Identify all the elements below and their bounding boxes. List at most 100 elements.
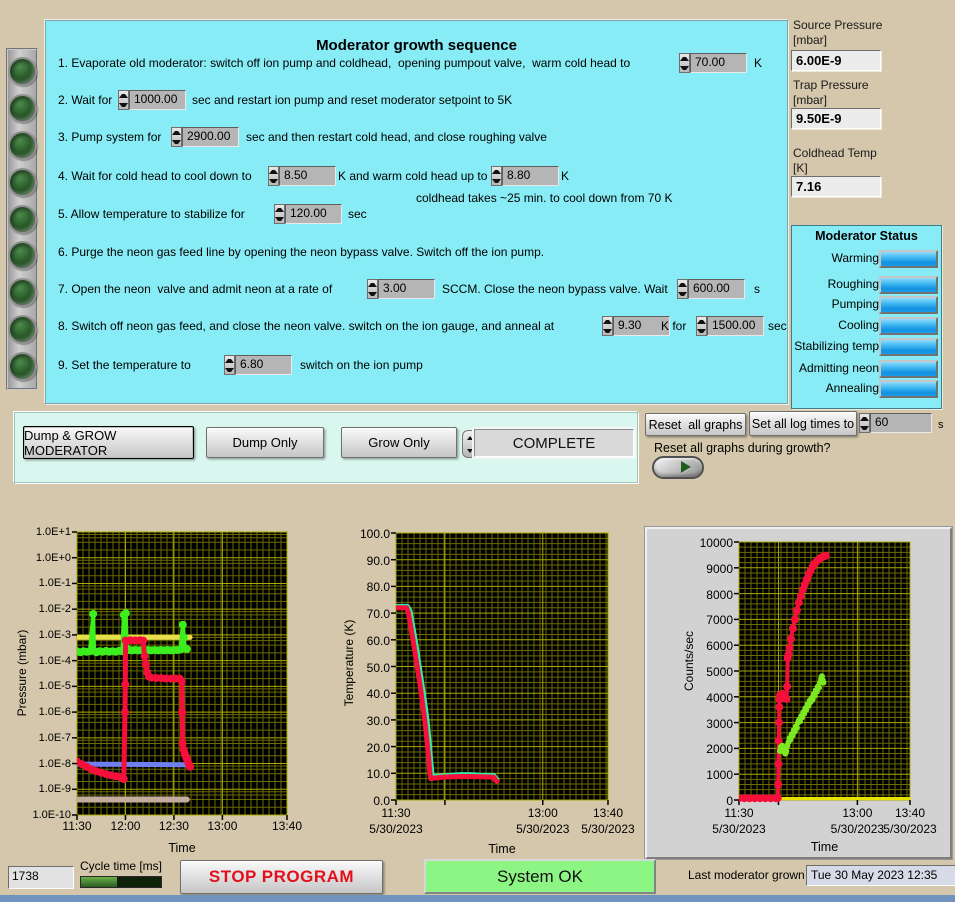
temperature-x-tick: 13:40 <box>592 806 624 820</box>
status-bar-cooling <box>879 317 938 335</box>
step-4-field-2-value[interactable]: 8.80 <box>502 166 559 186</box>
spinner[interactable] <box>224 355 235 375</box>
dump-and-grow-button[interactable]: Dump & GROW MODERATOR <box>23 426 194 459</box>
pressure-y-tick: 1.0E-9 <box>38 783 71 796</box>
spinner[interactable] <box>602 316 613 336</box>
step-text: 9. Set the temperature to <box>58 358 191 372</box>
pressure-y-tick: 1.0E+1 <box>35 526 71 538</box>
spinner[interactable] <box>367 279 378 299</box>
step-4-field-1[interactable]: 8.50 <box>268 166 336 186</box>
grow-only-button[interactable]: Grow Only <box>341 427 457 458</box>
step-10-field-1[interactable]: 6.80 <box>224 355 292 375</box>
last-grown-value: Tue 30 May 2023 12:35 <box>806 865 955 886</box>
bottom-strip <box>0 895 955 902</box>
spinner[interactable] <box>171 127 182 147</box>
step-text: 3. Pump system for <box>58 130 162 144</box>
step-text: SCCM. Close the neon bypass valve. Wait <box>442 282 668 296</box>
pressure-graph: Pressure (mbar) 1.0E+1 1.0E+0 1.0E-1 1.0E-2 1… <box>8 524 332 866</box>
step-10-field-1-value[interactable]: 6.80 <box>235 355 292 375</box>
step-9-field-2[interactable]: 1500.00 <box>696 316 764 336</box>
status-label-stabilizing-temp: Stabilizing temp <box>794 339 879 353</box>
status-led <box>7 167 37 197</box>
cycle-time-value: 1738 <box>8 866 74 889</box>
pressure-plot-area <box>72 531 288 820</box>
log-time-input[interactable]: 60 <box>859 413 932 433</box>
counts-graph: Counts/sec 10000 9000 8000 7000 6000 5000 4000 3… <box>644 526 953 860</box>
status-led <box>7 352 37 381</box>
sequence-panel: Moderator growth sequence 1. Evaporate o… <box>45 20 788 404</box>
step-text: K and warm cold head up to <box>338 169 488 183</box>
system-status-indicator: System OK <box>424 859 656 894</box>
step-text: sec <box>768 319 787 333</box>
cycle-time-progressbar <box>80 876 162 888</box>
dump-only-button[interactable]: Dump Only <box>206 427 324 458</box>
pressure-y-tick: 1.0E-5 <box>38 680 71 693</box>
sequence-step-7: 7. Open the neon valve and admit neon at… <box>46 279 787 301</box>
temperature-y-tick: 100.0 <box>359 527 390 541</box>
stop-program-button[interactable]: STOP PROGRAM <box>180 860 383 894</box>
spinner[interactable] <box>274 204 285 224</box>
pressure-series-trap-pump <box>77 761 193 768</box>
counts-y-tick: 1000 <box>706 768 733 783</box>
counts-y-tick: 8000 <box>706 587 733 602</box>
pressure-y-tick: 1.0E-1 <box>38 577 71 590</box>
step-9-field-2-value[interactable]: 1500.00 <box>707 316 764 336</box>
step-8-field-1[interactable]: 3.00 <box>367 279 435 299</box>
step-text: sec and restart ion pump and reset moder… <box>192 93 513 107</box>
step-2-field-1-value[interactable]: 1000.00 <box>129 90 186 110</box>
pressure-y-tick: 1.0E-4 <box>38 654 71 667</box>
step-text: sec and then restart cold head, and clos… <box>246 130 547 144</box>
spin-up-icon[interactable] <box>466 435 473 440</box>
spinner[interactable] <box>679 53 690 73</box>
sequence-step-6: 6. Purge the neon gas feed line by openi… <box>46 242 787 264</box>
step-8-field-2[interactable]: 600.00 <box>677 279 745 299</box>
step-4-field-1-value[interactable]: 8.50 <box>279 166 336 186</box>
spinner[interactable] <box>491 166 502 186</box>
spinner[interactable] <box>696 316 707 336</box>
status-label-roughing: Roughing <box>827 277 879 291</box>
counts-y-tick: 7000 <box>706 613 733 628</box>
pressure-x-axis-label: Time <box>168 841 196 855</box>
step-text: K <box>561 169 570 183</box>
status-bar-pumping <box>879 296 938 314</box>
step-3-field-1-value[interactable]: 2900.00 <box>182 127 239 147</box>
pressure-y-tick: 1.0E-2 <box>38 603 71 616</box>
sequence-step-8: 8. Switch off neon gas feed, and close t… <box>46 316 787 338</box>
spin-down-icon[interactable] <box>466 448 473 453</box>
temperature-x-tick: 11:30 <box>381 806 411 820</box>
step-6-field-1-value[interactable]: 120.00 <box>285 204 342 224</box>
moderator-status-title: Moderator Status <box>815 229 918 243</box>
readout-trap-pressure-value: 9.50E-9 <box>791 108 881 129</box>
pressure-y-tick: 1.0E-3 <box>38 628 71 641</box>
temperature-y-tick: 90.0 <box>366 553 390 568</box>
step-text: 6. Purge the neon gas feed line by openi… <box>58 245 545 259</box>
spinner[interactable] <box>118 90 129 110</box>
step-text: sec <box>348 207 367 221</box>
spinner[interactable] <box>268 166 279 186</box>
status-bar-stabilizing-temp <box>879 338 938 356</box>
spinner[interactable] <box>859 413 870 433</box>
step-1-field-1[interactable]: 70.00 <box>679 53 747 73</box>
reset-during-growth-toggle[interactable] <box>652 456 704 479</box>
moderator-status-panel: Moderator Status Warming Roughing Pumping C… <box>791 225 942 409</box>
step-8-field-2-value[interactable]: 600.00 <box>688 279 745 299</box>
pressure-x-tick: 13:40 <box>271 819 303 833</box>
readout-source-pressure-value: 6.00E-9 <box>791 50 881 71</box>
status-led <box>7 204 37 234</box>
counts-x-tick-date: 5/30/2023 <box>712 822 766 836</box>
temperature-y-tick: 50.0 <box>366 660 390 675</box>
step-4-field-2[interactable]: 8.80 <box>491 166 559 186</box>
step-2-field-1[interactable]: 1000.00 <box>118 90 186 110</box>
reset-all-graphs-button[interactable]: Reset all graphs <box>645 413 746 436</box>
step-6-field-1[interactable]: 120.00 <box>274 204 342 224</box>
counts-y-tick: 3000 <box>706 716 733 731</box>
step-text: 2. Wait for <box>58 93 113 107</box>
step-9-field-1[interactable]: 9.30 <box>602 316 670 336</box>
step-8-field-1-value[interactable]: 3.00 <box>378 279 435 299</box>
step-1-field-1-value[interactable]: 70.00 <box>690 53 747 73</box>
spinner[interactable] <box>677 279 688 299</box>
log-time-value[interactable]: 60 <box>870 413 932 433</box>
main-window: Moderator growth sequence 1. Evaporate o… <box>0 0 955 902</box>
set-log-times-button[interactable]: Set all log times to <box>749 411 857 436</box>
step-3-field-1[interactable]: 2900.00 <box>171 127 239 147</box>
